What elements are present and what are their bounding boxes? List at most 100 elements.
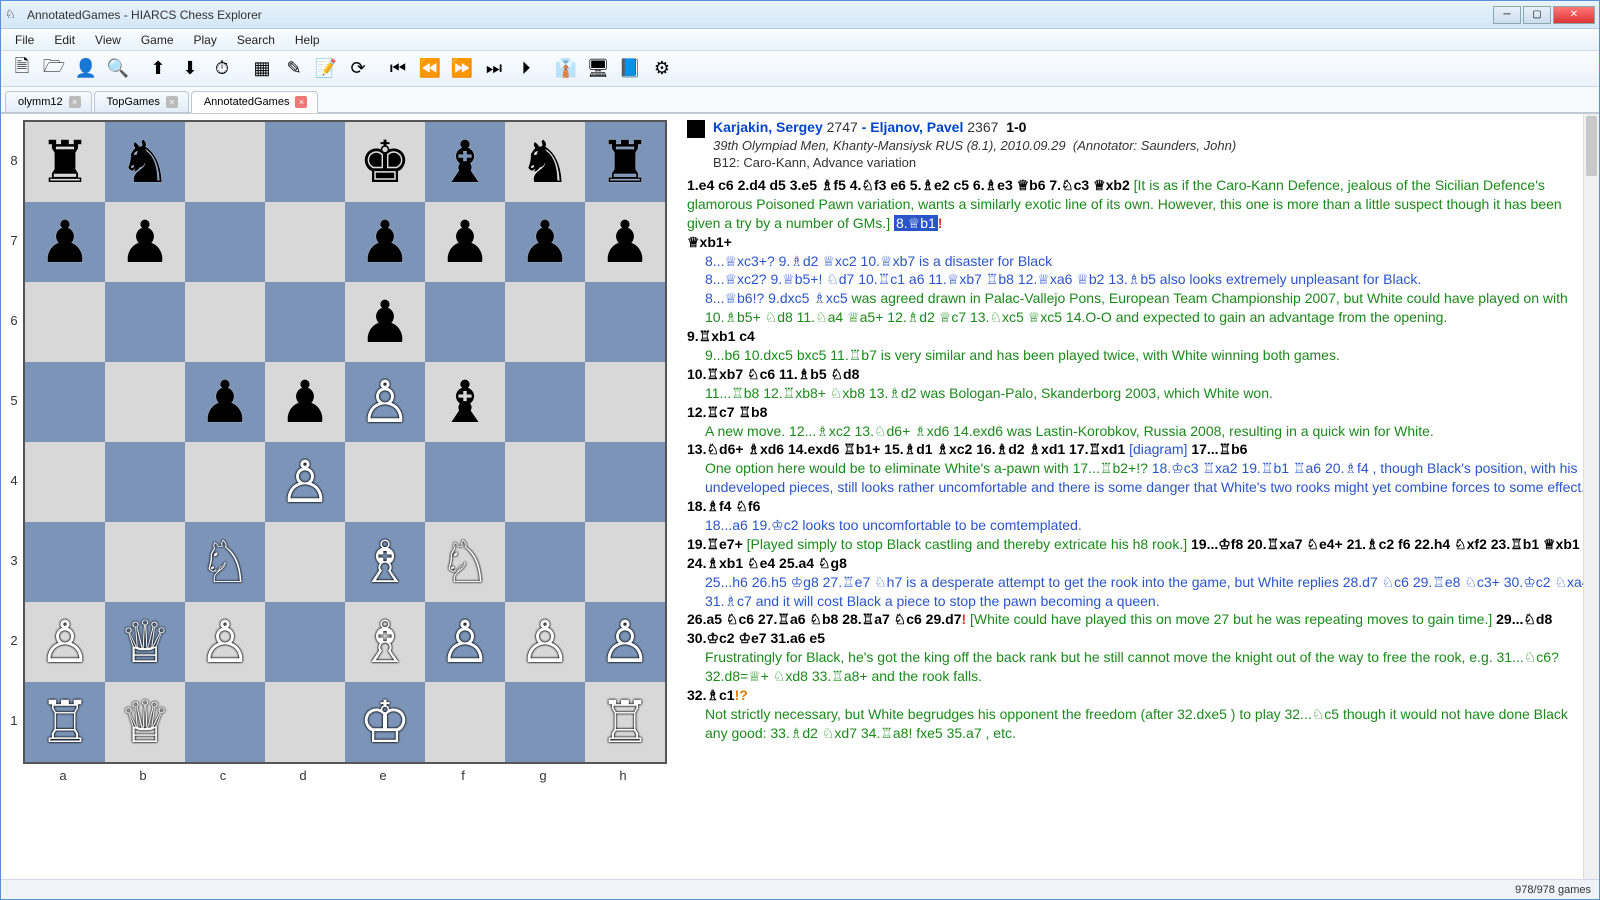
square-f4[interactable] [425,442,505,522]
square-e6[interactable]: ♟ [345,282,425,362]
close-tab-icon[interactable]: × [166,96,178,108]
square-d1[interactable] [265,682,345,762]
square-f1[interactable] [425,682,505,762]
new-db-icon[interactable]: 🗎 [7,54,37,84]
notation-pane[interactable]: Karjakin, Sergey 2747 - Eljanov, Pavel 2… [681,114,1599,879]
square-c6[interactable] [185,282,265,362]
square-c7[interactable] [185,202,265,282]
square-e8[interactable]: ♚ [345,122,425,202]
menu-file[interactable]: File [5,31,44,49]
menu-edit[interactable]: Edit [44,31,85,49]
variation[interactable]: 25...h6 26.h5 ♔g8 27.♖e7 ♘h7 is a desper… [687,573,1591,611]
square-b2[interactable]: ♕ [105,602,185,682]
square-b6[interactable] [105,282,185,362]
square-h1[interactable]: ♖ [585,682,665,762]
square-d3[interactable] [265,522,345,602]
variation[interactable]: 8...♕xc3+? 9.♗d2 ♕xc2 10.♕xb7 is a disas… [687,252,1591,271]
mainline-moves[interactable]: 13.♘d6+ ♗xd6 14.exd6 ♖b1+ 15.♗d1 ♗xc2 16… [687,441,1129,457]
black-player[interactable]: Eljanov, Pavel [870,119,963,135]
square-e7[interactable]: ♟ [345,202,425,282]
tab-olymm12[interactable]: olymm12× [5,91,92,112]
menu-help[interactable]: Help [285,31,330,49]
clock-icon[interactable]: ⏱ [207,54,237,84]
square-b1[interactable]: ♕ [105,682,185,762]
user-icon[interactable]: 👤 [71,54,101,84]
square-h2[interactable]: ♙ [585,602,665,682]
tab-topgames[interactable]: TopGames× [94,91,189,112]
square-a4[interactable] [25,442,105,522]
square-f7[interactable]: ♟ [425,202,505,282]
maximize-button[interactable]: ▢ [1523,6,1551,24]
square-a1[interactable]: ♖ [25,682,105,762]
square-b4[interactable] [105,442,185,522]
variation[interactable]: 8...♕xc2? 9.♕b5+! ♘d7 10.♖c1 a6 11.♕xb7 … [687,270,1591,289]
close-tab-icon[interactable]: × [69,96,81,108]
square-a7[interactable]: ♟ [25,202,105,282]
square-g6[interactable] [505,282,585,362]
square-e3[interactable]: ♗ [345,522,425,602]
square-c8[interactable] [185,122,265,202]
square-b3[interactable] [105,522,185,602]
engine-icon[interactable]: 🖥 [583,54,613,84]
square-f3[interactable]: ♘ [425,522,505,602]
close-button[interactable]: ✕ [1553,6,1595,24]
square-d4[interactable]: ♙ [265,442,345,522]
square-g5[interactable] [505,362,585,442]
square-c2[interactable]: ♙ [185,602,265,682]
board-icon[interactable]: ▦ [247,54,277,84]
note-icon[interactable]: 📝 [311,54,341,84]
square-g2[interactable]: ♙ [505,602,585,682]
search-icon[interactable]: 🔍 [103,54,133,84]
square-h4[interactable] [585,442,665,522]
mainline-moves[interactable]: 18.♗f4 ♘f6 [687,498,760,514]
scroll-thumb[interactable] [1586,116,1597,176]
square-h6[interactable] [585,282,665,362]
square-f2[interactable]: ♙ [425,602,505,682]
scrollbar[interactable] [1583,114,1599,879]
square-g3[interactable] [505,522,585,602]
square-c5[interactable]: ♟ [185,362,265,442]
square-g4[interactable] [505,442,585,522]
square-c4[interactable] [185,442,265,522]
open-db-icon[interactable]: 🗁 [39,54,69,84]
square-a2[interactable]: ♙ [25,602,105,682]
play-icon[interactable]: ⏵ [511,54,541,84]
down-arrow-icon[interactable]: ⬇ [175,54,205,84]
square-b7[interactable]: ♟ [105,202,185,282]
chess-board[interactable]: ♜♞♚♝♞♜♟♟♟♟♟♟♟♟♟♙♝♙♘♗♘♙♕♙♗♙♙♙♖♕♔♖ [23,120,667,764]
variation[interactable]: 18...a6 19.♔c2 looks too uncomfortable t… [687,516,1591,535]
tab-annotatedgames[interactable]: AnnotatedGames× [191,91,319,113]
square-d2[interactable] [265,602,345,682]
current-move[interactable]: 8.♕b1 [894,215,938,231]
square-a5[interactable] [25,362,105,442]
white-player[interactable]: Karjakin, Sergey [713,119,823,135]
square-f8[interactable]: ♝ [425,122,505,202]
gear-icon[interactable]: ⚙ [647,54,677,84]
square-a6[interactable] [25,282,105,362]
square-c1[interactable] [185,682,265,762]
square-b5[interactable] [105,362,185,442]
menu-play[interactable]: Play [184,31,227,49]
square-f6[interactable] [425,282,505,362]
square-g1[interactable] [505,682,585,762]
last-icon[interactable]: ⏭ [479,54,509,84]
mainline-moves[interactable]: 9.♖xb1 c4 [687,328,755,344]
move-list[interactable]: 1.e4 c6 2.d4 d5 3.e5 ♗f5 4.♘f3 e6 5.♗e2 … [687,176,1591,743]
square-h3[interactable] [585,522,665,602]
up-arrow-icon[interactable]: ⬆ [143,54,173,84]
square-e2[interactable]: ♗ [345,602,425,682]
square-e4[interactable] [345,442,425,522]
first-icon[interactable]: ⏮ [383,54,413,84]
mainline-moves[interactable]: 12.♖c7 ♖b8 [687,404,767,420]
mainline-moves[interactable]: 1.e4 c6 2.d4 d5 3.e5 ♗f5 4.♘f3 e6 5.♗e2 … [687,177,1130,193]
book-icon[interactable]: 📘 [615,54,645,84]
square-d5[interactable]: ♟ [265,362,345,442]
square-h7[interactable]: ♟ [585,202,665,282]
menu-game[interactable]: Game [131,31,184,49]
square-a8[interactable]: ♜ [25,122,105,202]
mainline-moves[interactable]: 10.♖xb7 ♘c6 11.♗b5 ♘d8 [687,366,859,382]
refresh-icon[interactable]: ⟳ [343,54,373,84]
square-d8[interactable] [265,122,345,202]
square-c3[interactable]: ♘ [185,522,265,602]
menu-search[interactable]: Search [227,31,285,49]
